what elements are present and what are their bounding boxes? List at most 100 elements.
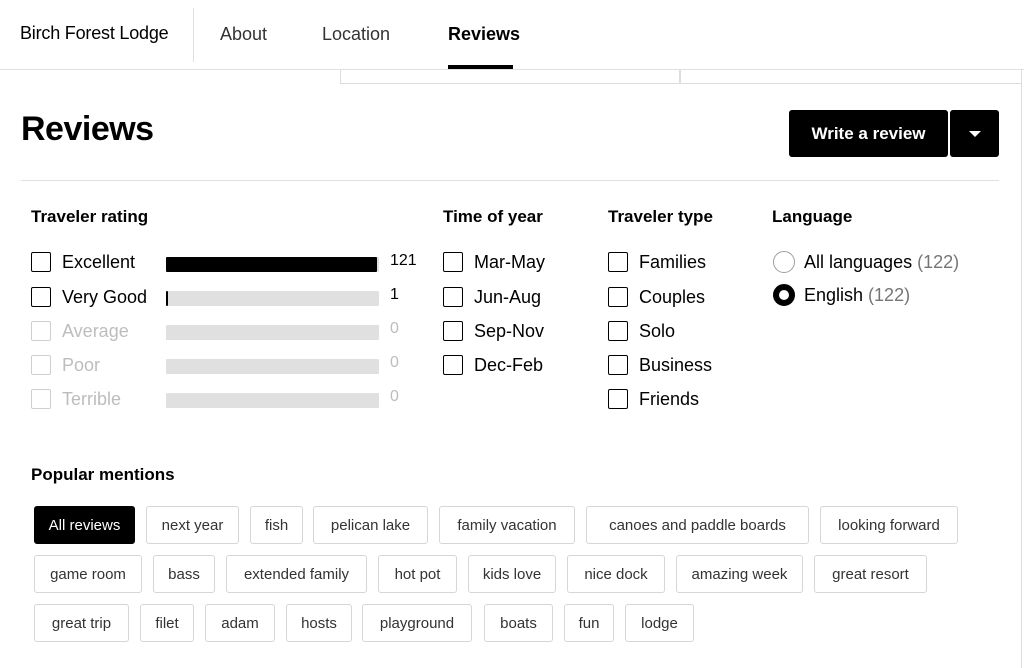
mention-chip[interactable]: boats xyxy=(484,604,553,642)
type-option[interactable]: Friends xyxy=(608,387,699,411)
rating-label: Excellent xyxy=(62,251,136,272)
tab-about[interactable]: About xyxy=(220,24,267,45)
tab-location[interactable]: Location xyxy=(322,24,390,45)
language-option-all[interactable]: All languages (122) xyxy=(773,250,959,274)
mention-chip[interactable]: great trip xyxy=(34,604,129,642)
panel-border xyxy=(1021,70,1022,668)
type-option[interactable]: Couples xyxy=(608,285,705,309)
active-tab-indicator xyxy=(448,65,513,69)
checkbox[interactable] xyxy=(608,389,628,409)
write-review-dropdown-button[interactable] xyxy=(950,110,999,157)
type-label: Solo xyxy=(639,320,676,341)
checkbox[interactable] xyxy=(443,321,463,341)
mention-chip[interactable]: canoes and paddle boards xyxy=(586,506,809,544)
mention-chip[interactable]: extended family xyxy=(226,555,367,593)
checkbox[interactable] xyxy=(443,355,463,375)
rating-option-very-good[interactable]: Very Good xyxy=(31,285,147,309)
rating-bar-fill xyxy=(166,257,377,272)
rating-count: 0 xyxy=(390,320,399,337)
mention-chip[interactable]: adam xyxy=(205,604,275,642)
mention-chip[interactable]: fun xyxy=(564,604,614,642)
mention-chip[interactable]: lodge xyxy=(625,604,694,642)
time-label: Mar-May xyxy=(474,251,545,272)
time-option[interactable]: Dec-Feb xyxy=(443,353,543,377)
type-option[interactable]: Business xyxy=(608,353,712,377)
language-label: All languages xyxy=(804,251,913,272)
type-label: Couples xyxy=(639,286,706,307)
write-review-button[interactable]: Write a review xyxy=(789,110,948,157)
time-option[interactable]: Sep-Nov xyxy=(443,319,544,343)
mention-chip-active[interactable]: All reviews xyxy=(34,506,135,544)
card-fragment xyxy=(680,70,1022,84)
mention-chip[interactable]: playground xyxy=(362,604,472,642)
checkbox[interactable] xyxy=(443,287,463,307)
mentions-title: Popular mentions xyxy=(31,465,175,484)
brand-name[interactable]: Birch Forest Lodge xyxy=(20,23,169,44)
checkbox[interactable] xyxy=(608,252,628,272)
language-filter-title: Language xyxy=(772,207,853,226)
mention-chip[interactable]: looking forward xyxy=(820,506,958,544)
time-label: Jun-Aug xyxy=(474,286,542,307)
checkbox[interactable] xyxy=(608,287,628,307)
mention-chip[interactable]: hot pot xyxy=(378,555,457,593)
mention-chip[interactable]: nice dock xyxy=(567,555,665,593)
rating-bar xyxy=(166,359,379,374)
mention-chip[interactable]: next year xyxy=(146,506,239,544)
checkbox[interactable] xyxy=(608,355,628,375)
rating-bar xyxy=(166,257,379,272)
time-option[interactable]: Jun-Aug xyxy=(443,285,541,309)
rating-bar xyxy=(166,291,379,306)
type-label: Families xyxy=(639,251,707,272)
radio-button-selected[interactable] xyxy=(773,284,795,306)
time-label: Sep-Nov xyxy=(474,320,545,341)
type-option[interactable]: Solo xyxy=(608,319,675,343)
radio-button[interactable] xyxy=(773,251,795,273)
checkbox[interactable] xyxy=(31,287,51,307)
mention-chip[interactable]: pelican lake xyxy=(313,506,428,544)
language-count: (122) xyxy=(917,251,960,272)
rating-label: Very Good xyxy=(62,286,148,307)
checkbox[interactable] xyxy=(31,252,51,272)
nav-divider xyxy=(193,8,194,62)
caret-down-icon xyxy=(968,130,981,137)
mention-chip[interactable]: fish xyxy=(250,506,303,544)
mention-chip[interactable]: hosts xyxy=(286,604,352,642)
rating-count: 1 xyxy=(390,286,399,303)
rating-label: Terrible xyxy=(62,388,122,409)
divider xyxy=(21,180,999,181)
rating-label: Poor xyxy=(62,354,101,375)
rating-bar-fill xyxy=(166,291,169,306)
mention-chip[interactable]: kids love xyxy=(468,555,556,593)
language-count: (122) xyxy=(868,284,911,305)
time-label: Dec-Feb xyxy=(474,354,544,375)
time-filter-title: Time of year xyxy=(443,207,543,226)
rating-bar xyxy=(166,325,379,340)
rating-label: Average xyxy=(62,320,129,341)
type-option[interactable]: Families xyxy=(608,250,706,274)
mention-chip[interactable]: great resort xyxy=(814,555,927,593)
checkbox[interactable] xyxy=(443,252,463,272)
mention-chip[interactable]: game room xyxy=(34,555,142,593)
rating-count: 0 xyxy=(390,354,399,371)
time-option[interactable]: Mar-May xyxy=(443,250,545,274)
checkbox xyxy=(31,355,51,375)
mention-chip[interactable]: filet xyxy=(140,604,194,642)
language-label: English xyxy=(804,284,864,305)
type-filter-title: Traveler type xyxy=(608,207,713,226)
checkbox xyxy=(31,389,51,409)
rating-count: 0 xyxy=(390,388,399,405)
rating-bar xyxy=(166,393,379,408)
mention-chip[interactable]: amazing week xyxy=(676,555,803,593)
language-option-english[interactable]: English (122) xyxy=(773,283,910,307)
top-nav: Birch Forest Lodge About Location Review… xyxy=(0,0,1024,70)
checkbox[interactable] xyxy=(608,321,628,341)
type-label: Business xyxy=(639,354,713,375)
card-fragment xyxy=(340,70,680,84)
checkbox xyxy=(31,321,51,341)
rating-option-excellent[interactable]: Excellent xyxy=(31,250,135,274)
rating-count: 121 xyxy=(390,252,417,269)
mention-chip[interactable]: bass xyxy=(153,555,215,593)
mention-chip[interactable]: family vacation xyxy=(439,506,575,544)
page-title: Reviews xyxy=(21,110,154,148)
tab-reviews[interactable]: Reviews xyxy=(448,24,520,45)
